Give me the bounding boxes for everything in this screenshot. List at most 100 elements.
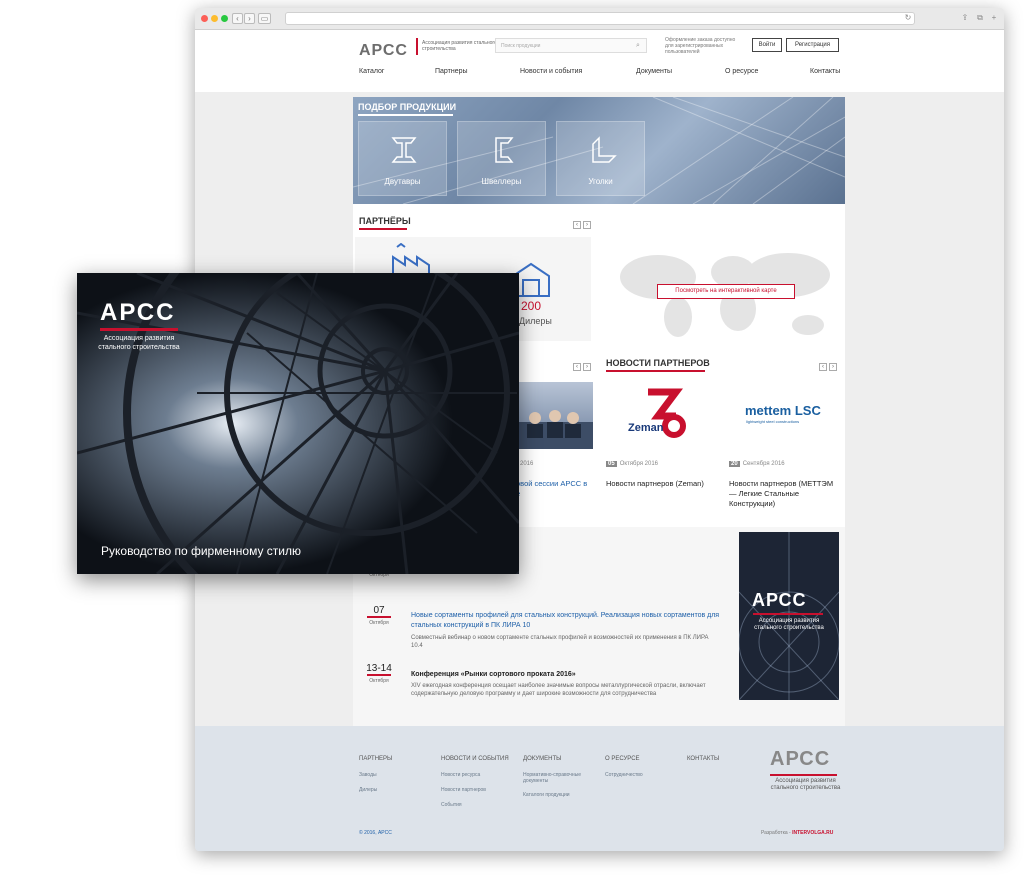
event-month: Октября [367,674,391,684]
footer-heading-contacts[interactable]: КОНТАКТЫ [687,756,719,762]
browser-toolbar: ‹ › ▭ ↻ ⇪ ⧉ + [195,8,1004,30]
site-logo[interactable]: АРСС [359,42,408,60]
news-photo-people [513,410,593,449]
partners-prev-arrow[interactable]: ‹ [573,221,581,229]
partners-next-arrow[interactable]: › [583,221,591,229]
developer-link[interactable]: INTERVOLGA.RU [792,830,833,836]
footer-heading-partners[interactable]: ПАРТНЕРЫ [359,756,392,762]
partner-news-underline [606,370,705,372]
promo-subtitle: Ассоциация развития стального строительс… [754,618,824,631]
register-button[interactable]: Регистрация [786,38,839,52]
developer-credit: Разработка - INTERVOLGA.RU [761,830,833,836]
zeman-logo-mark [648,388,686,438]
product-tile-channels[interactable]: Швеллеры [457,121,546,196]
footer-link[interactable]: Дилеры [359,787,377,793]
brandbook-overlay: АРСС Ассоциация развития стального строи… [77,273,519,574]
footer-heading-news[interactable]: НОВОСТИ И СОБЫТИЯ [441,756,509,762]
product-tile-ibeams[interactable]: Двутавры [358,121,447,196]
footer-link[interactable]: Сотрудничество [605,772,643,778]
news-title[interactable]: Новости партнеров (Zeman) [606,479,718,489]
site-header: АРСС Ассоциация развития стального строи… [195,30,1004,92]
new-tab-icon[interactable]: + [989,13,999,23]
footer-link[interactable]: Новости ресурса [441,772,480,778]
overlay-caption: Руководство по фирменному стилю [101,544,301,558]
footer-link[interactable]: Новости партнеров [441,787,486,793]
event-title[interactable]: Новые сортаменты профилей для стальных к… [411,611,721,631]
partner-news-prev-arrow[interactable]: ‹ [819,363,827,371]
news-date: 05 Октября 2016 [606,461,658,467]
footer-logo-bar [770,774,837,776]
mettem-logo-subtext: lightweight steel constructions [746,419,800,424]
news-date: 20 Сентября 2016 [729,461,785,467]
event-day: 07 [373,605,385,616]
menu-item-news[interactable]: Новости и события [520,68,582,75]
footer-link[interactable]: Заводы [359,772,377,778]
logo-divider [416,38,418,55]
minimize-window-button[interactable] [211,15,218,22]
developer-label: Разработка - [761,830,791,836]
zeman-logo-text: Zeman [628,422,664,434]
event-date: 13-14 Октября [361,663,397,684]
event-date: 07 Октября [361,605,397,626]
footer-link[interactable]: Каталоги продукции [523,792,570,798]
search-input[interactable]: Поиск продукции [495,38,647,53]
dealers-label[interactable]: Дилеры [519,316,552,326]
promo-banner[interactable]: АРСС Ассоциация развития стального строи… [739,532,839,700]
news-photo[interactable] [513,382,593,449]
search-icon[interactable]: ⌕ [636,42,640,50]
footer-logo[interactable]: АРСС [770,748,830,771]
footer-heading-documents[interactable]: ДОКУМЕНТЫ [523,756,561,762]
product-tile-angles[interactable]: Уголки [556,121,645,196]
news-title-partial-2[interactable]: е [516,489,628,499]
address-bar[interactable] [285,12,915,25]
promo-logo: АРСС [752,590,807,610]
dealers-count: 200 [521,299,542,313]
mettem-logo[interactable]: mettem LSC lightweight steel constructio… [729,382,839,449]
promo-logo-bar [753,613,823,615]
mettem-logo-text: mettem LSC [745,403,821,418]
event-month: Октября [367,616,391,626]
back-icon[interactable]: ‹ [232,13,243,24]
reload-icon[interactable]: ↻ [903,13,913,23]
zeman-logo[interactable]: Zeman [606,382,716,449]
menu-item-catalog[interactable]: Каталог [359,68,384,75]
angle-icon [592,136,617,163]
partner-news-title: НОВОСТИ ПАРТНЕРОВ [606,358,710,368]
logo-subtitle: Ассоциация развития стального строительс… [422,40,497,52]
menu-item-partners[interactable]: Партнеры [435,68,468,75]
news-title[interactable]: Новости партнеров (МЕТТЭМ — Легкие Сталь… [729,479,841,509]
event-description: XIV ежегодная конференция осещает наибол… [411,683,706,697]
zoom-window-button[interactable] [221,15,228,22]
event-title[interactable]: Конференция «Рынки сортового проката 201… [411,670,721,680]
news-next-arrow[interactable]: › [583,363,591,371]
site-footer: ПАРТНЕРЫ Заводы Дилеры НОВОСТИ И СОБЫТИЯ… [195,726,1004,851]
login-button[interactable]: Войти [752,38,782,52]
news-date-text: Сентября 2016 [742,461,785,467]
menu-item-documents[interactable]: Документы [636,68,672,75]
interactive-map-button[interactable]: Посмотреть на интерактивной карте [657,284,795,299]
copyright: © 2016, АРСС [359,830,392,836]
product-tile-label: Швеллеры [481,177,522,186]
menu-item-about[interactable]: О ресурсе [725,68,758,75]
footer-heading-about[interactable]: О РЕСУРСЕ [605,756,640,762]
overlay-logo-bar [100,328,178,331]
sidebar-icon[interactable]: ▭ [258,13,271,24]
products-section-title: ПОДБОР ПРОДУКЦИИ [358,102,457,112]
partner-news-next-arrow[interactable]: › [829,363,837,371]
share-icon[interactable]: ⇪ [960,13,970,23]
footer-link[interactable]: События [441,802,462,808]
tabs-icon[interactable]: ⧉ [975,13,985,23]
channel-icon [495,137,514,163]
products-banner: ПОДБОР ПРОДУКЦИИ Двутавры Швеллеры Уголк… [353,97,845,204]
promo-structure-image [739,532,839,700]
menu-item-contacts[interactable]: Контакты [810,68,840,75]
order-note: Оформление заказа доступно для зарегистр… [665,37,736,55]
product-tile-label: Уголки [588,177,613,186]
news-day: 20 [729,461,740,467]
footer-link[interactable]: Нормативно-справочные документы [523,772,593,784]
forward-icon[interactable]: › [244,13,255,24]
news-day: 05 [606,461,617,467]
news-prev-arrow[interactable]: ‹ [573,363,581,371]
partners-title-underline [359,228,407,230]
close-window-button[interactable] [201,15,208,22]
